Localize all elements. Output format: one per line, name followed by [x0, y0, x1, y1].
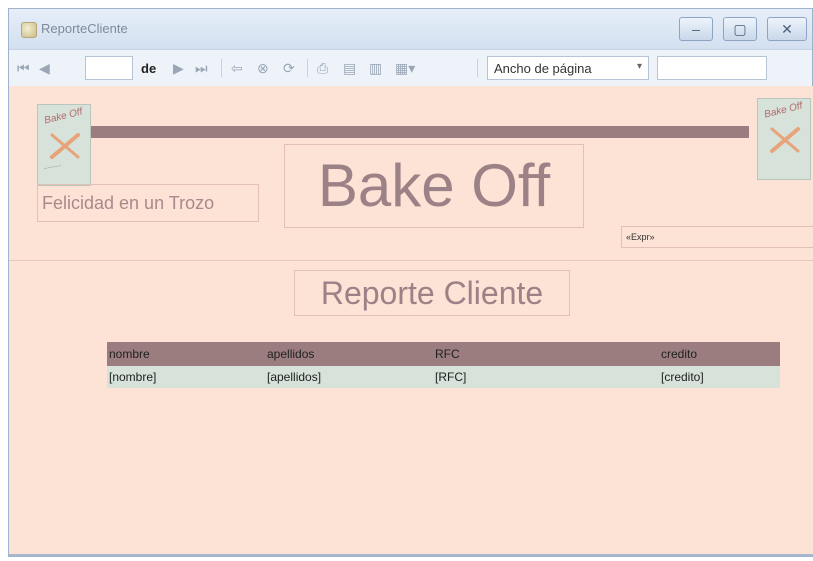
export-icon[interactable]: ▦▾	[395, 60, 415, 76]
rolling-pin-icon	[770, 127, 800, 153]
close-button[interactable]: ✕	[767, 17, 807, 41]
cell-nombre: [nombre]	[109, 370, 157, 384]
column-header-nombre: nombre	[109, 347, 150, 361]
next-page-icon[interactable]: ▶	[173, 60, 184, 76]
cell-rfc: [RFC]	[435, 370, 467, 384]
report-toolbar: ⏮ ◀ de ▶ ⏭ ⇦ ⊗ ⟳ ⎙ ▤ ▥ ▦▾ Ancho de págin…	[9, 49, 812, 87]
minimize-icon: –	[692, 21, 700, 37]
previous-page-icon[interactable]: ◀	[39, 60, 50, 76]
table-header-row: nombre apellidos RFC credito	[107, 342, 780, 366]
bake-off-logo-right: Bake Off	[757, 98, 811, 180]
expression-field: «Expr»	[621, 226, 813, 248]
close-icon: ✕	[781, 20, 793, 37]
toolbar-separator	[221, 59, 222, 77]
maximize-icon: ▢	[733, 20, 747, 37]
window-title: ReporteCliente	[41, 21, 128, 36]
first-page-icon[interactable]: ⏮	[17, 60, 30, 76]
maximize-button[interactable]: ▢	[723, 17, 757, 41]
find-text-input[interactable]	[657, 56, 767, 80]
cell-credito: [credito]	[661, 370, 704, 384]
table-row: [nombre] [apellidos] [RFC] [credito]	[107, 366, 780, 388]
column-header-apellidos: apellidos	[267, 347, 315, 361]
last-page-icon[interactable]: ⏭	[195, 60, 208, 76]
title-bar[interactable]: ReporteCliente – ▢ ✕	[9, 9, 812, 49]
brand-title: Bake Off	[284, 144, 584, 228]
page-number-input[interactable]	[85, 56, 133, 80]
print-layout-icon[interactable]: ▤	[343, 60, 356, 76]
report-viewer-window: ReporteCliente – ▢ ✕ ⏮ ◀ de ▶ ⏭ ⇦ ⊗ ⟳ ⎙ …	[8, 8, 813, 557]
stop-icon[interactable]: ⊗	[257, 60, 269, 76]
header-band	[89, 126, 749, 138]
chevron-down-icon: ▾	[636, 61, 642, 72]
toolbar-separator	[307, 59, 308, 77]
minimize-button[interactable]: –	[679, 17, 713, 41]
report-title: Reporte Cliente	[294, 270, 570, 316]
slogan-text: Felicidad en un Trozo	[37, 184, 259, 222]
bake-off-logo: Bake Off ~~~~~	[37, 104, 91, 186]
refresh-icon[interactable]: ⟳	[283, 60, 295, 76]
status-bar	[9, 554, 813, 556]
section-divider	[9, 260, 813, 261]
cell-apellidos: [apellidos]	[267, 370, 322, 384]
report-canvas: Bake Off ~~~~~ Bake Off Felicidad en un …	[9, 86, 813, 556]
app-icon	[21, 22, 37, 38]
back-icon[interactable]: ⇦	[231, 60, 243, 76]
zoom-select[interactable]: Ancho de página ▾	[487, 56, 649, 80]
zoom-value: Ancho de página	[494, 61, 592, 76]
column-header-credito: credito	[661, 347, 698, 361]
column-header-rfc: RFC	[435, 347, 460, 361]
page-setup-icon[interactable]: ▥	[369, 60, 382, 76]
rolling-pin-icon	[50, 133, 80, 159]
page-of-label: de	[141, 61, 157, 76]
client-table: nombre apellidos RFC credito [nombre] [a…	[107, 342, 780, 388]
toolbar-separator	[477, 59, 478, 77]
print-icon[interactable]: ⎙	[317, 60, 328, 76]
